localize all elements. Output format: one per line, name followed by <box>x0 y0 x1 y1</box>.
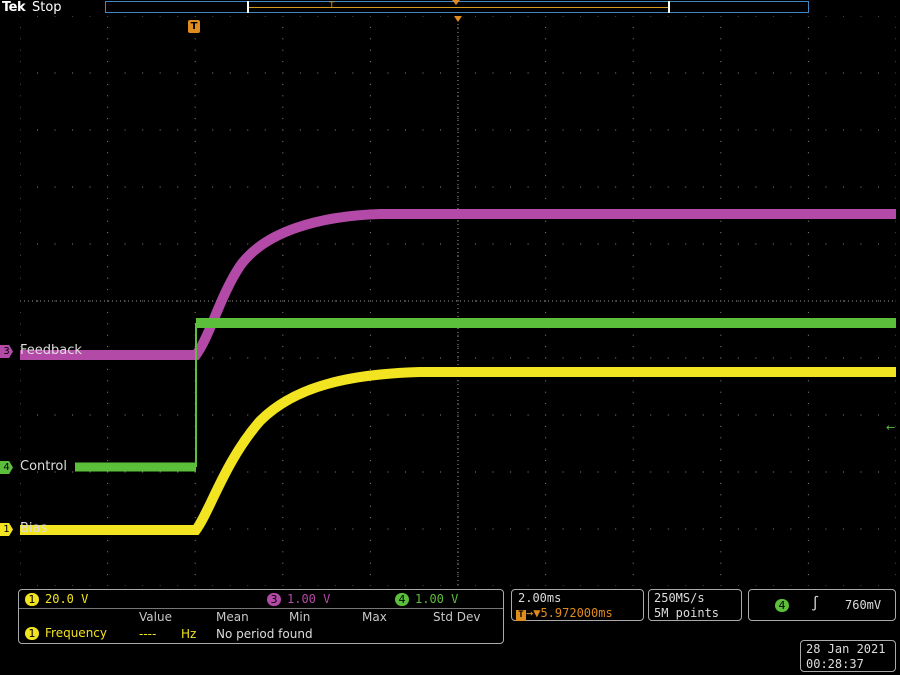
graticule: ← <box>20 16 896 586</box>
meas-message: No period found <box>216 627 313 641</box>
trigger-level: 760mV <box>845 598 882 612</box>
ch3-badge: 3 <box>267 593 281 606</box>
ch1-scale-value: 20.0 V <box>45 592 89 606</box>
ch3-scale[interactable]: 3 1.00 V <box>267 592 330 606</box>
meas-channel-badge: 1 <box>25 627 39 640</box>
record-trigger-marker-icon: T <box>329 1 335 11</box>
channel-measurement-panel: 1 20.0 V 3 1.00 V 4 1.00 V Value Mean Min M… <box>18 589 504 644</box>
ch4-label: Control <box>20 459 67 474</box>
meas-unit: Hz <box>181 627 197 641</box>
trigger-level-arrow-icon[interactable]: ← <box>886 421 895 434</box>
trigger-position-icon: T <box>516 610 526 621</box>
timebase-scale: 2.00ms <box>518 591 562 605</box>
acquisition-status[interactable]: Stop <box>32 0 62 15</box>
ch1-badge: 1 <box>25 593 39 606</box>
trigger-source: 4 <box>775 598 795 612</box>
expansion-point-marker-icon <box>454 16 462 22</box>
meas-header-mean: Mean <box>216 610 249 624</box>
measurement-row-frequency[interactable]: 1 Frequency <box>25 626 107 640</box>
time: 00:28:37 <box>806 657 864 671</box>
ch3-scale-value: 1.00 V <box>287 592 331 606</box>
record-center-marker-icon <box>452 0 460 5</box>
trigger-position-marker-icon[interactable]: T <box>188 20 200 33</box>
ch3-label: Feedback <box>20 343 82 358</box>
measurement-divider <box>19 608 503 610</box>
ch1-marker-icon[interactable]: 1 <box>0 523 13 536</box>
meas-name: Frequency <box>45 626 107 640</box>
trigger-position-readout: T →▼5.972000ms <box>516 606 613 621</box>
meas-header-stddev: Std Dev <box>433 610 481 624</box>
trigger-source-badge: 4 <box>775 599 789 612</box>
sample-rate: 250MS/s <box>654 591 705 605</box>
ch4-badge: 4 <box>395 593 409 606</box>
scope-display[interactable]: ← T <box>20 16 896 586</box>
datetime-panel: 28 Jan 2021 00:28:37 <box>800 640 896 672</box>
trigger-slope-icon: ∫ <box>811 596 820 612</box>
record-length: 5M points <box>654 606 720 620</box>
ch4-scale-value: 1.00 V <box>415 592 459 606</box>
top-status-bar: Tek Stop T <box>0 0 900 16</box>
record-view-line <box>249 7 668 8</box>
ch1-scale[interactable]: 1 20.0 V <box>25 592 88 606</box>
ch3-marker-icon[interactable]: 3 <box>0 345 13 358</box>
ch4-marker-icon[interactable]: 4 <box>0 461 13 474</box>
brand-logo: Tek <box>2 0 26 15</box>
ch1-label: Bias <box>20 521 48 536</box>
timebase-panel[interactable]: 2.00ms T →▼5.972000ms <box>511 589 644 621</box>
meas-header-value: Value <box>139 610 172 624</box>
meas-header-max: Max <box>362 610 387 624</box>
timebase-position: 5.972000ms <box>540 606 613 620</box>
trigger-panel[interactable]: 4 ∫ 760mV <box>748 589 896 621</box>
date: 28 Jan 2021 <box>806 642 886 656</box>
acquisition-panel[interactable]: 250MS/s 5M points <box>648 589 742 621</box>
meas-header-min: Min <box>289 610 311 624</box>
ch4-scale[interactable]: 4 1.00 V <box>395 592 458 606</box>
meas-value: ---- <box>139 627 157 641</box>
